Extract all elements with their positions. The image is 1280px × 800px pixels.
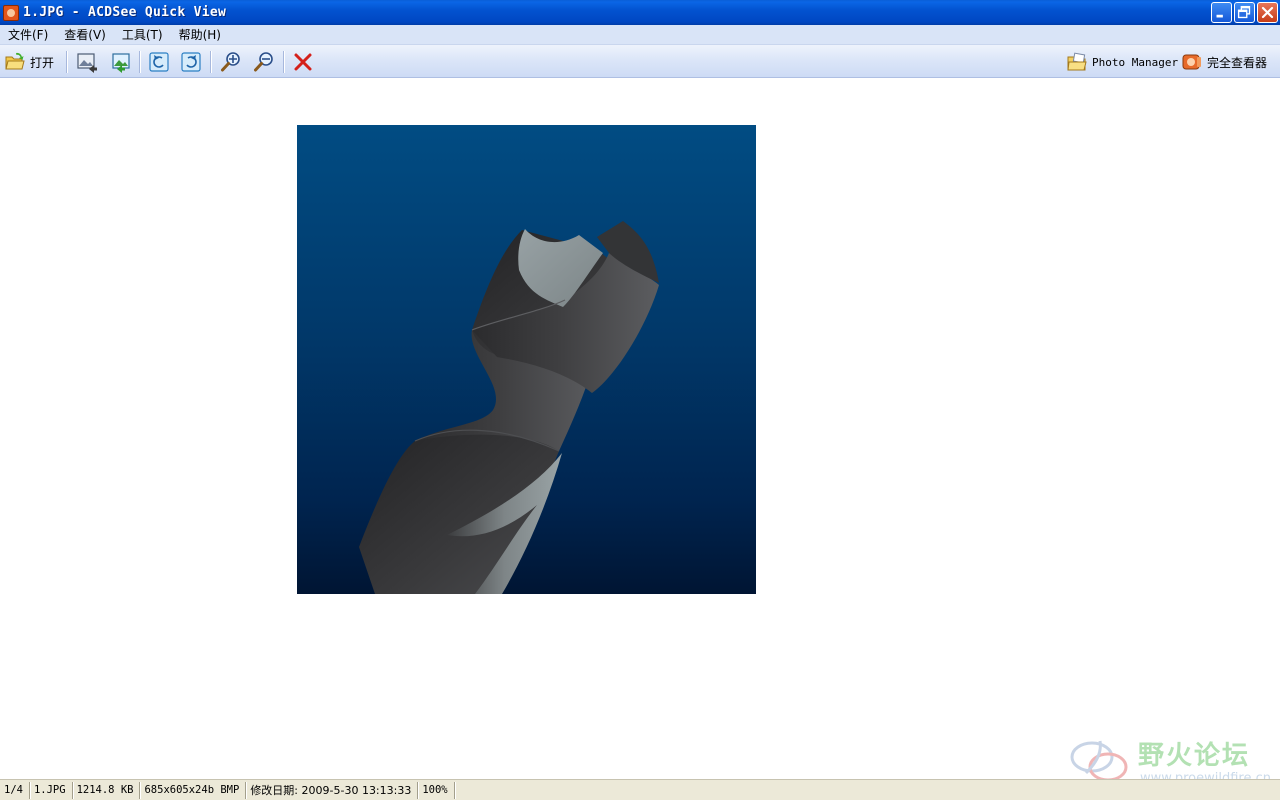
menu-bar: 文件(F) 查看(V) 工具(T) 帮助(H): [0, 25, 1280, 45]
previous-image-button[interactable]: [76, 50, 98, 74]
drill-bit-render: [359, 221, 659, 594]
toolbar-separator: [66, 51, 68, 73]
zoom-out-button[interactable]: [253, 50, 275, 74]
rotate-right-button[interactable]: [180, 50, 202, 74]
restore-icon: [1237, 5, 1251, 19]
image-viewer-area[interactable]: 野火论坛 www.proewildfire.cn: [0, 78, 1280, 786]
full-viewer-label: 完全查看器: [1207, 55, 1268, 70]
full-viewer-button[interactable]: 完全查看器: [1181, 50, 1267, 74]
menu-file[interactable]: 文件(F): [0, 25, 56, 45]
minimize-button[interactable]: [1211, 2, 1232, 23]
photo-manager-label: Photo Manager: [1092, 55, 1179, 69]
rotate-left-icon: [149, 52, 169, 72]
status-bar: 1/4 1.JPG 1214.8 KB 685x605x24b BMP 修改日期…: [0, 779, 1280, 800]
next-image-button[interactable]: [109, 50, 131, 74]
delete-button[interactable]: [292, 50, 314, 74]
status-filesize: 1214.8 KB: [73, 781, 141, 799]
status-modified-date: 修改日期: 2009-5-30 13:13:33: [246, 781, 419, 799]
close-icon: [1261, 6, 1274, 19]
zoom-out-icon: [254, 52, 273, 72]
restore-button[interactable]: [1234, 2, 1255, 23]
photo-manager-button[interactable]: Photo Manager: [1066, 50, 1178, 74]
watermark-text: 野火论坛: [1138, 741, 1251, 771]
window-title: 1.JPG - ACDSee Quick View: [23, 5, 227, 20]
menu-view[interactable]: 查看(V): [56, 25, 114, 45]
menu-tools[interactable]: 工具(T): [114, 25, 171, 45]
rotate-right-icon: [181, 52, 201, 72]
status-zoom: 100%: [418, 781, 455, 799]
title-bar[interactable]: 1.JPG - ACDSee Quick View: [0, 0, 1280, 25]
status-image-index: 1/4: [0, 781, 30, 799]
open-folder-icon: [5, 52, 25, 70]
displayed-image: [297, 125, 756, 594]
toolbar-separator: [139, 51, 141, 73]
acdsee-icon: [3, 4, 19, 21]
zoom-in-icon: [221, 52, 240, 72]
open-label: 打开: [30, 55, 55, 70]
toolbar-separator: [210, 51, 212, 73]
close-button[interactable]: [1257, 2, 1278, 23]
status-filename: 1.JPG: [30, 781, 73, 799]
zoom-in-button[interactable]: [220, 50, 242, 74]
minimize-icon: [1216, 14, 1223, 18]
rotate-left-button[interactable]: [148, 50, 170, 74]
next-image-icon: [112, 53, 130, 73]
status-dimensions: 685x605x24b BMP: [140, 781, 247, 799]
previous-image-icon: [77, 53, 97, 73]
acdsee-quick-view-window: 1.JPG - ACDSee Quick View 文件(F) 查看(V) 工具…: [0, 0, 1280, 800]
delete-icon: [294, 53, 312, 71]
toolbar: 打开 Photo Manager 完全查看器: [0, 45, 1280, 78]
open-button[interactable]: 打开: [4, 50, 54, 74]
window-controls: [1211, 2, 1278, 23]
menu-help[interactable]: 帮助(H): [171, 25, 229, 45]
photo-manager-folder-icon: [1067, 52, 1087, 71]
full-viewer-icon: [1182, 54, 1201, 70]
toolbar-separator: [283, 51, 285, 73]
